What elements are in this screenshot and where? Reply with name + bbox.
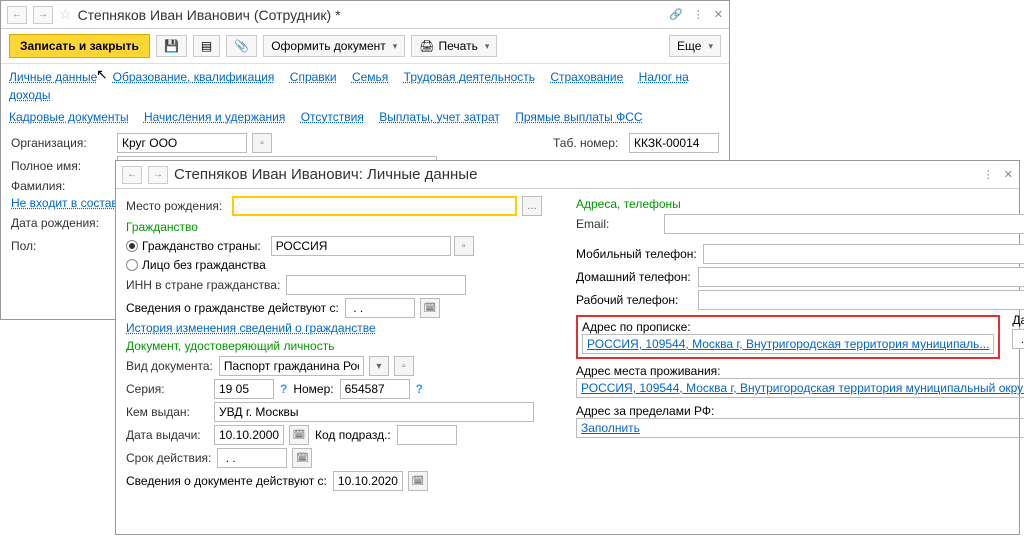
more-button[interactable]: Еще [669, 35, 721, 57]
issued-by-input[interactable] [214, 402, 534, 422]
lastname-label: Фамилия: [11, 179, 111, 193]
email-input[interactable] [664, 214, 1024, 234]
org-label: Организация: [11, 136, 111, 150]
calendar-icon[interactable]: 🗓 [292, 448, 312, 468]
personal-data-window: ← → Степняков Иван Иванович: Личные данн… [115, 160, 1020, 535]
attach-button[interactable]: 📎 [226, 35, 257, 57]
no-citizen-radio[interactable]: Лицо без гражданства [126, 258, 556, 272]
mobile-input[interactable] [703, 244, 1024, 264]
tab-family[interactable]: Семья [352, 70, 388, 84]
save-button[interactable]: 💾 [156, 35, 187, 57]
citizen-from-input[interactable] [345, 298, 415, 318]
mobile-label: Мобильный телефон: [576, 247, 697, 261]
email-label: Email: [576, 217, 658, 231]
nav-fwd-icon[interactable]: → [33, 6, 53, 24]
tabno-label: Таб. номер: [553, 136, 623, 150]
country-open-icon[interactable]: ▫ [454, 236, 474, 256]
reg-date-input[interactable] [1012, 329, 1024, 349]
home-phone-input[interactable] [698, 267, 1024, 287]
inn-input[interactable] [286, 275, 466, 295]
org-open-icon[interactable]: ▫ [252, 133, 272, 153]
series-input[interactable] [214, 379, 274, 399]
doc-type-input[interactable] [219, 356, 364, 376]
citizen-history-link[interactable]: История изменения сведений о гражданстве [126, 321, 376, 335]
citizenship-header: Гражданство [126, 220, 556, 234]
more-icon[interactable]: ⋮ [693, 8, 704, 21]
doc-from-label: Сведения о документе действуют с: [126, 474, 327, 488]
birthdate-label: Дата рождения: [11, 216, 111, 230]
reg-date-label: Дата регистрации: [1012, 313, 1024, 327]
issued-by-label: Кем выдан: [126, 405, 208, 419]
inn-label: ИНН в стране гражданства: [126, 278, 280, 292]
link-icon[interactable]: 🔗 [669, 8, 683, 21]
live-address-label: Адрес места проживания: [576, 364, 1024, 378]
reg-address-link[interactable]: РОССИЯ, 109544, Москва г, Внутригородска… [585, 335, 991, 353]
tab-personal[interactable]: Личные данные [9, 70, 97, 84]
tab-payments[interactable]: Выплаты, учет затрат [379, 110, 500, 124]
list-button[interactable]: ▤ [193, 35, 220, 57]
print-button[interactable]: 🖨 Печать [411, 35, 497, 57]
dept-code-input[interactable] [397, 425, 457, 445]
dept-code-label: Код подразд.: [315, 428, 391, 442]
tab-absence[interactable]: Отсутствия [301, 110, 364, 124]
issue-date-input[interactable] [214, 425, 284, 445]
work-phone-input[interactable] [698, 290, 1024, 310]
calendar-icon[interactable]: 🗓 [408, 471, 428, 491]
nav-fwd-icon[interactable]: → [148, 166, 168, 184]
birthplace-label: Место рождения: [126, 199, 226, 213]
tab-education[interactable]: Образование, квалификация [113, 70, 275, 84]
reg-address-label: Адрес по прописке: [582, 320, 994, 334]
tabs-row-1: Личные данные Образование, квалификация … [1, 64, 729, 104]
work-phone-label: Рабочий телефон: [576, 293, 692, 307]
tab-insurance[interactable]: Страхование [550, 70, 623, 84]
close-icon[interactable]: ✕ [714, 8, 723, 21]
fill-link[interactable]: Заполнить [579, 419, 1024, 437]
citizen-country-radio[interactable]: Гражданство страны: ▫ [126, 236, 556, 256]
number-help-icon[interactable]: ? [416, 382, 423, 396]
tab-work[interactable]: Трудовая деятельность [404, 70, 535, 84]
close-icon[interactable]: ✕ [1004, 168, 1013, 181]
fullname-label: Полное имя: [11, 159, 111, 173]
create-doc-button[interactable]: Оформить документ [263, 35, 405, 57]
birthplace-input[interactable] [232, 196, 517, 216]
cursor-icon: ↖ [96, 66, 108, 83]
nav-back-icon[interactable]: ← [7, 6, 27, 24]
tabs-row-2: Кадровые документы Начисления и удержани… [1, 104, 729, 126]
valid-to-input[interactable] [217, 448, 287, 468]
doc-type-label: Вид документа: [126, 359, 213, 373]
document-header: Документ, удостоверяющий личность [126, 339, 556, 353]
doc-from-input[interactable] [333, 471, 403, 491]
home-phone-label: Домашний телефон: [576, 270, 692, 284]
open-icon[interactable]: ▫ [394, 356, 414, 376]
valid-to-label: Срок действия: [126, 451, 211, 465]
series-label: Серия: [126, 382, 208, 396]
number-input[interactable] [340, 379, 410, 399]
tab-payroll[interactable]: Начисления и удержания [144, 110, 285, 124]
more-icon[interactable]: ⋮ [983, 168, 994, 181]
tabno-input[interactable] [629, 133, 719, 153]
issue-date-label: Дата выдачи: [126, 428, 208, 442]
number-label: Номер: [293, 382, 333, 396]
org-input[interactable] [117, 133, 247, 153]
favorite-icon[interactable]: ☆ [59, 6, 72, 23]
citizen-from-label: Сведения о гражданстве действуют с: [126, 301, 339, 315]
tab-hr-docs[interactable]: Кадровые документы [9, 110, 129, 124]
addresses-header: Адреса, телефоны [576, 197, 1024, 211]
reg-address-highlight: Адрес по прописке: РОССИЯ, 109544, Москв… [576, 315, 1000, 359]
dropdown-icon[interactable]: ▾ [369, 356, 389, 376]
series-help-icon[interactable]: ? [280, 382, 287, 396]
calendar-icon[interactable]: 🗓 [289, 425, 309, 445]
save-close-button[interactable]: Записать и закрыть [9, 34, 150, 58]
calendar-icon[interactable]: 🗓 [420, 298, 440, 318]
tab-fss[interactable]: Прямые выплаты ФСС [515, 110, 642, 124]
birthplace-open-icon[interactable]: … [522, 196, 542, 216]
country-input[interactable] [271, 236, 451, 256]
tab-references[interactable]: Справки [290, 70, 337, 84]
abroad-address-label: Адрес за пределами РФ: [576, 404, 1024, 418]
live-address-link[interactable]: РОССИЯ, 109544, Москва г, Внутригородска… [579, 379, 1024, 397]
window-title: Степняков Иван Иванович (Сотрудник) * [78, 7, 664, 23]
sex-label: Пол: [11, 239, 111, 253]
window-title: Степняков Иван Иванович: Личные данные [174, 166, 977, 183]
nav-back-icon[interactable]: ← [122, 166, 142, 184]
